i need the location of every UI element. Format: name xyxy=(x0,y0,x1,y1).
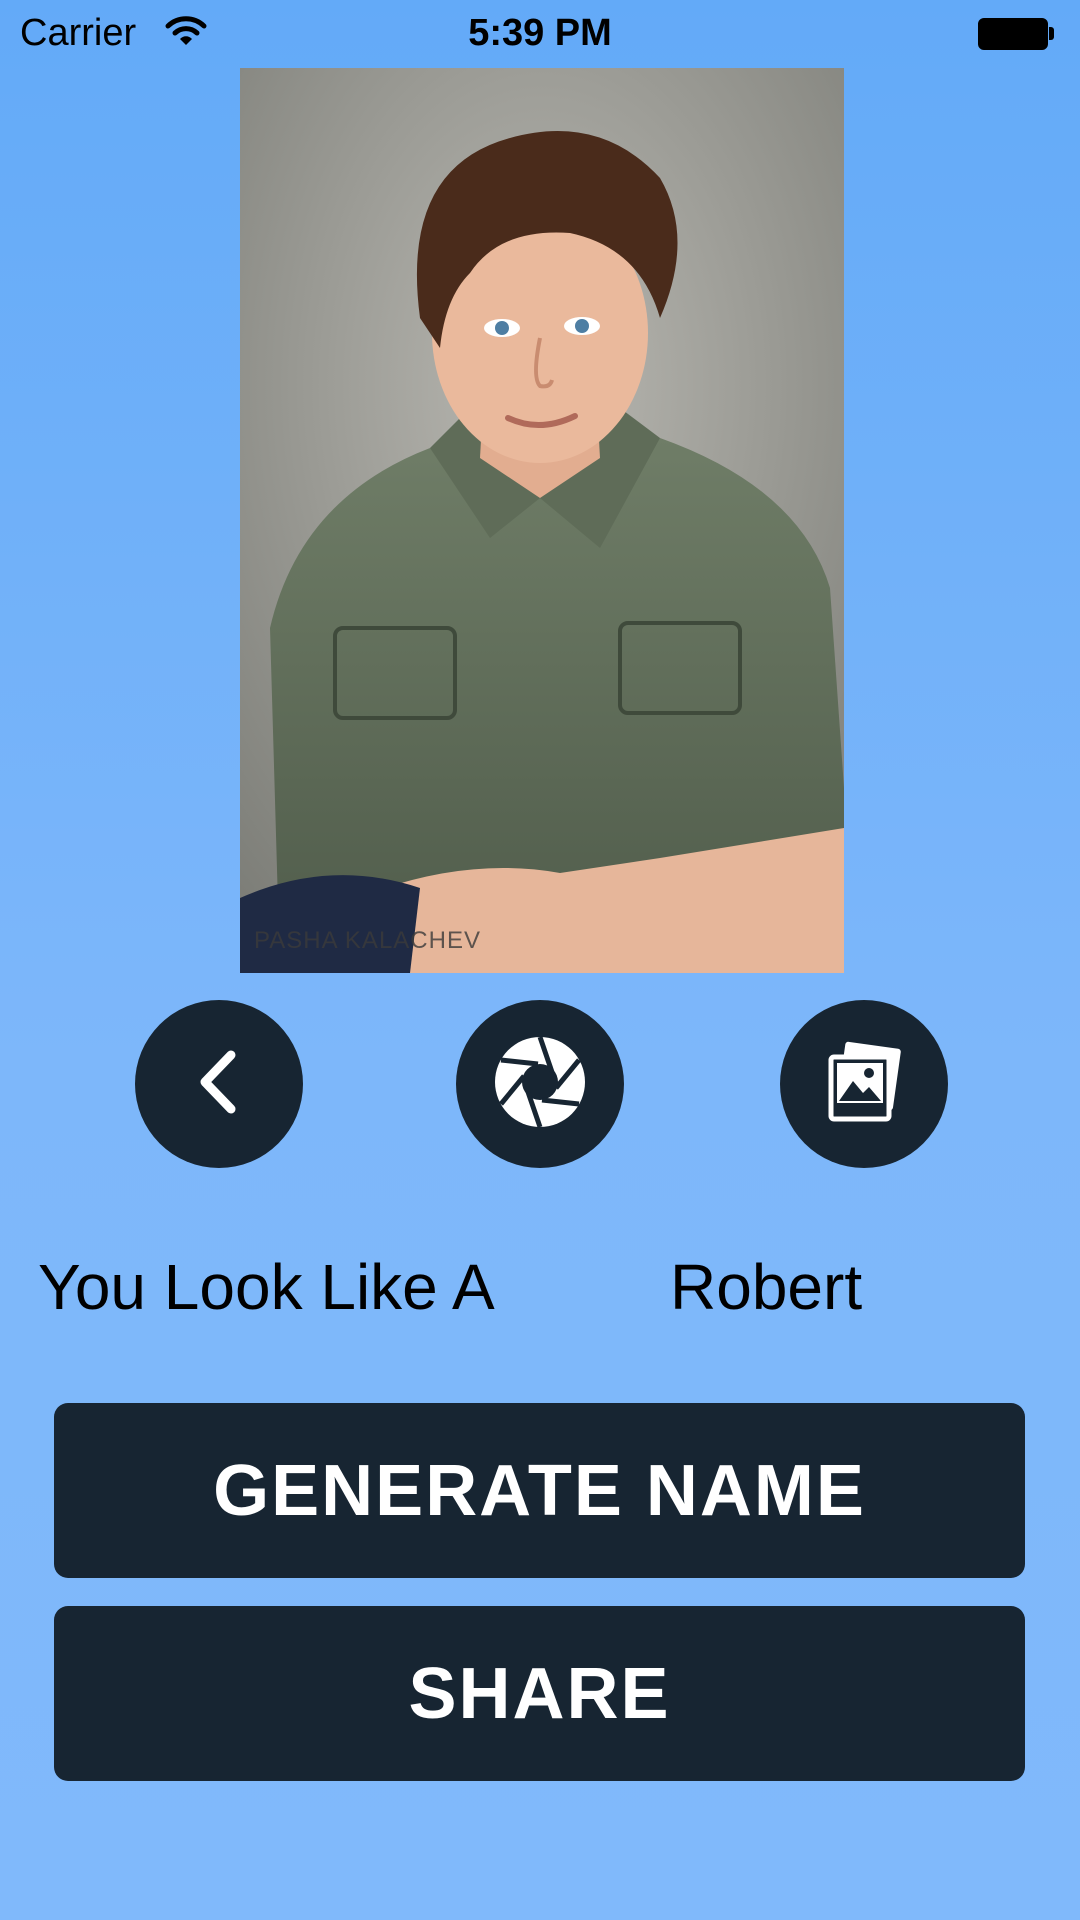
chevron-left-icon xyxy=(189,1047,249,1122)
camera-button[interactable] xyxy=(456,1000,624,1168)
camera-shutter-icon xyxy=(490,1032,590,1137)
gallery-button[interactable] xyxy=(780,1000,948,1168)
result-label: You Look Like A xyxy=(38,1251,495,1323)
share-button[interactable]: SHARE xyxy=(54,1606,1025,1781)
generate-name-button[interactable]: GENERATE NAME xyxy=(54,1403,1025,1578)
photo-gallery-icon xyxy=(819,1037,909,1132)
battery-icon xyxy=(978,18,1054,50)
status-bar: Carrier 5:39 PM xyxy=(0,0,1080,70)
clock: 5:39 PM xyxy=(468,12,612,54)
photo-watermark: PASHA KALACHEV xyxy=(254,927,481,954)
back-button[interactable] xyxy=(135,1000,303,1168)
result-name: Robert xyxy=(670,1251,863,1323)
profile-photo: PASHA KALACHEV xyxy=(240,68,844,973)
